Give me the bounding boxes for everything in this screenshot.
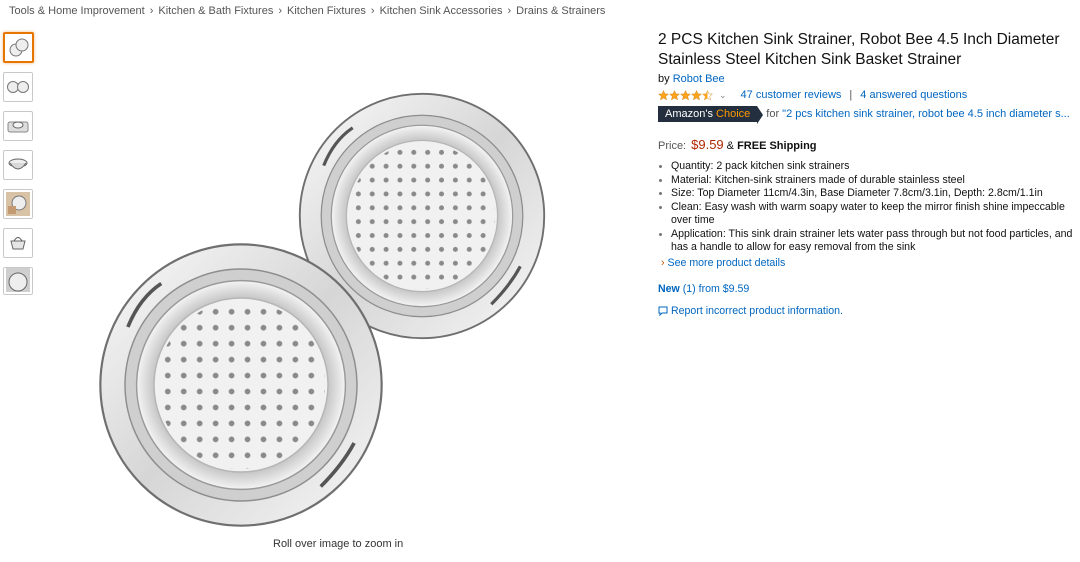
feature-bullet: Application: This sink drain strainer le… (659, 228, 1076, 255)
brand-link[interactable]: Robot Bee (673, 73, 725, 85)
breadcrumb-separator: › (149, 5, 154, 17)
see-more-details[interactable]: › See more product details (661, 257, 1076, 269)
price-value: $9.59 (691, 137, 724, 152)
new-offers-from[interactable]: from $9.59 (699, 283, 750, 295)
by-label: by (658, 73, 670, 85)
rating-row: ⌄ 47 customer reviews | 4 answered quest… (658, 88, 1076, 102)
star-rating[interactable] (658, 89, 713, 101)
badge-text: Amazon's (665, 108, 713, 120)
feature-bullet: Material: Kitchen-sink strainers made of… (659, 174, 1076, 188)
thumbnail-two-strainers-flat[interactable] (3, 72, 33, 102)
new-label[interactable]: New (658, 283, 680, 295)
star-icon (691, 90, 702, 101)
product-main-image[interactable] (96, 90, 566, 530)
reviews-link[interactable]: 47 customer reviews (741, 89, 842, 101)
separator: | (849, 89, 853, 101)
breadcrumb-item-drains-strainers[interactable]: Drains & Strainers (516, 5, 605, 17)
report-incorrect-info[interactable]: Report incorrect product information. (658, 305, 1076, 317)
breadcrumb-separator: › (507, 5, 512, 17)
new-offers-row: New (1) from $9.59 (658, 283, 1076, 295)
product-detail-panel: 2 PCS Kitchen Sink Strainer, Robot Bee 4… (658, 30, 1076, 317)
chevron-down-icon[interactable]: ⌄ (719, 90, 727, 101)
thumbnail-strainer-closeup[interactable] (3, 267, 33, 295)
thumbnail-strainer-in-sink[interactable] (3, 111, 33, 141)
thumbnail-two-strainers[interactable] (3, 32, 34, 63)
feature-bullet: Size: Top Diameter 11cm/4.3in, Base Diam… (659, 187, 1076, 201)
shipping-prefix: & (726, 140, 735, 152)
thumbnail-strainer-handle[interactable] (3, 228, 33, 258)
free-shipping-label: FREE Shipping (737, 140, 817, 152)
product-title: 2 PCS Kitchen Sink Strainer, Robot Bee 4… (658, 31, 1060, 68)
byline: by Robot Bee (658, 73, 1076, 85)
badge-accent-text: Choice (716, 108, 751, 120)
breadcrumb-item-kitchen-sink-accessories[interactable]: Kitchen Sink Accessories (380, 5, 503, 17)
star-icon (658, 90, 669, 101)
report-link[interactable]: Report incorrect product information. (671, 305, 843, 317)
amazons-choice-badge: Amazon's Choice (658, 106, 764, 124)
feature-bullet: Clean: Easy wash with warm soapy water t… (659, 201, 1076, 228)
zoom-hint: Roll over image to zoom in (273, 538, 404, 550)
breadcrumb-separator: › (370, 5, 375, 17)
half-star-icon (702, 89, 713, 100)
shipping-info: & FREE Shipping (727, 140, 817, 152)
thumbnail-strainer-in-hand[interactable] (3, 189, 33, 219)
choice-query-link[interactable]: "2 pcs kitchen sink strainer, robot bee … (782, 108, 1070, 120)
breadcrumb-separator: › (278, 5, 283, 17)
see-more-link[interactable]: See more product details (668, 257, 786, 269)
choice-for-label: for (766, 108, 780, 120)
breadcrumb: Tools & Home Improvement › Kitchen & Bath … (9, 5, 605, 17)
chevron-right-icon: › (661, 256, 665, 269)
comment-icon (658, 306, 668, 316)
thumbnail-strainer-basket[interactable] (3, 150, 33, 180)
breadcrumb-item-kitchen-bath-fixtures[interactable]: Kitchen & Bath Fixtures (158, 5, 273, 17)
amazons-choice-row: Amazon's Choice for "2 pcs kitchen sink … (658, 106, 1076, 124)
feature-bullets: Quantity: 2 pack kitchen sink strainers … (658, 160, 1076, 255)
breadcrumb-item-kitchen-fixtures[interactable]: Kitchen Fixtures (287, 5, 366, 17)
star-icon (680, 90, 691, 101)
price-label: Price: (658, 140, 687, 152)
feature-bullet: Quantity: 2 pack kitchen sink strainers (659, 160, 1076, 174)
answered-questions-link[interactable]: 4 answered questions (860, 89, 967, 101)
new-offers-count[interactable]: (1) (683, 283, 696, 295)
thumbnail-strip (3, 32, 35, 304)
star-icon (669, 90, 680, 101)
price-row: Price: $9.59 & FREE Shipping (658, 137, 1076, 152)
breadcrumb-item-tools-home-improvement[interactable]: Tools & Home Improvement (9, 5, 145, 17)
